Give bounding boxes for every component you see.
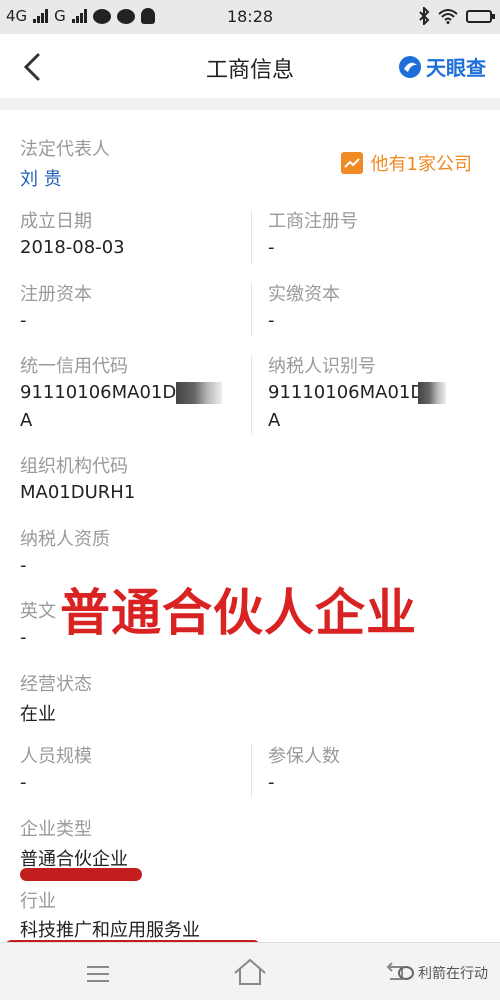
insured-value: -	[268, 772, 275, 793]
wifi-icon	[438, 9, 458, 24]
paid-capital-label: 实缴资本	[268, 284, 340, 305]
tianyancha-logo-icon	[399, 55, 421, 78]
menu-icon[interactable]	[86, 965, 110, 983]
related-companies-text: 他有1家公司	[370, 154, 472, 175]
related-companies-link[interactable]: 他有1家公司	[340, 150, 472, 176]
bottom-nav-bar: 利箭在行动	[0, 942, 500, 1000]
insured-label: 参保人数	[268, 746, 340, 767]
bluetooth-icon	[419, 7, 430, 25]
english-name-label: 英文	[20, 601, 56, 622]
reg-capital-value: -	[20, 310, 27, 331]
legal-rep-name[interactable]: 刘 贵	[20, 165, 62, 191]
taxpayer-id-label: 纳税人识别号	[268, 356, 376, 377]
company-type-label: 企业类型	[20, 819, 92, 840]
industry-label: 行业	[20, 891, 56, 912]
home-icon[interactable]	[232, 957, 268, 987]
divider	[251, 743, 252, 798]
battery-icon	[466, 9, 495, 23]
status-value: 在业	[20, 704, 56, 725]
paid-capital-value: -	[268, 310, 275, 331]
reg-number-value: -	[268, 237, 275, 258]
redacted-blur	[418, 382, 446, 404]
redacted-blur	[176, 382, 222, 404]
established-value: 2018-08-03	[20, 237, 125, 258]
trend-chart-icon	[340, 152, 363, 174]
org-code-label: 组织机构代码	[20, 456, 128, 477]
status-bar: 4G G 18:28	[0, 0, 500, 34]
taxpayer-qual-label: 纳税人资质	[20, 529, 110, 550]
credit-code-value: 91110106MA01D	[20, 382, 177, 403]
divider	[251, 282, 252, 337]
divider	[251, 355, 252, 435]
org-code-value: MA01DURH1	[20, 482, 136, 503]
taxpayer-id-value: 91110106MA01D	[268, 382, 425, 403]
red-underline-mark	[20, 868, 142, 881]
watermark-text: 利箭在行动	[418, 966, 488, 982]
divider	[251, 210, 252, 265]
taxpayer-qual-value: -	[20, 555, 27, 576]
watermark: 利箭在行动	[398, 963, 488, 983]
reg-capital-label: 注册资本	[20, 284, 92, 305]
staff-size-value: -	[20, 772, 27, 793]
status-label: 经营状态	[20, 674, 92, 695]
overlay-annotation: 普通合伙人企业	[60, 584, 417, 642]
wechat-icon	[398, 966, 414, 980]
legal-rep-label: 法定代表人	[20, 139, 110, 160]
established-label: 成立日期	[20, 211, 92, 232]
status-right	[418, 7, 495, 25]
industry-value: 科技推广和应用服务业	[20, 920, 200, 941]
reg-number-label: 工商注册号	[268, 211, 358, 232]
section-gap	[0, 98, 500, 110]
credit-code-value-2: A	[20, 410, 33, 431]
english-name-value: -	[20, 627, 27, 648]
app-header: 工商信息 天眼查	[0, 34, 500, 98]
credit-code-label: 统一信用代码	[20, 356, 128, 377]
taxpayer-id-value-2: A	[268, 410, 281, 431]
brand-logo: 天眼查	[398, 52, 486, 81]
staff-size-label: 人员规模	[20, 746, 92, 767]
brand-name: 天眼查	[426, 56, 486, 80]
